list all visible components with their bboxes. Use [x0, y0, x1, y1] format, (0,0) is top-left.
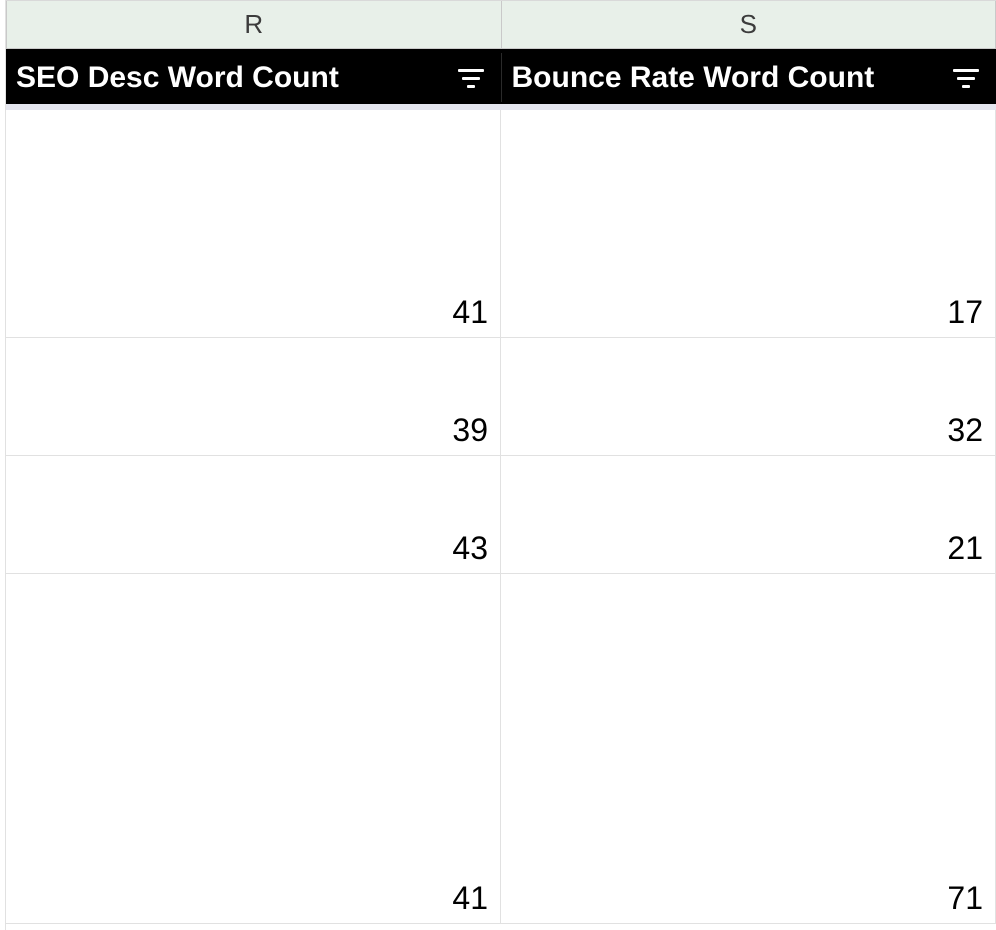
table-row: 41 17 [6, 110, 996, 338]
table-row: 41 71 [6, 574, 996, 924]
header-cell-bounce-rate-word-count[interactable]: Bounce Rate Word Count [501, 53, 996, 102]
cell[interactable]: 71 [501, 574, 996, 923]
header-cell-seo-desc-word-count[interactable]: SEO Desc Word Count [6, 53, 501, 102]
header-label: SEO Desc Word Count [16, 61, 457, 95]
table-row: 43 21 [6, 456, 996, 574]
cell[interactable]: 21 [501, 456, 996, 573]
header-label: Bounce Rate Word Count [512, 61, 953, 95]
column-letter-r[interactable]: R [6, 1, 502, 49]
column-letter-s[interactable]: S [502, 1, 996, 49]
filter-icon[interactable] [457, 67, 485, 89]
cell[interactable]: 17 [501, 110, 996, 337]
cell[interactable]: 39 [6, 338, 501, 455]
filter-icon[interactable] [952, 67, 980, 89]
table-row: 39 32 [6, 338, 996, 456]
cell[interactable]: 43 [6, 456, 501, 573]
row-gutter [0, 0, 6, 930]
header-row: SEO Desc Word Count Bounce Rate Word Cou… [0, 49, 996, 104]
data-rows: 41 17 39 32 43 21 41 71 [0, 104, 996, 924]
cell[interactable]: 32 [501, 338, 996, 455]
spreadsheet: R S SEO Desc Word Count Bounce Rate Word… [0, 0, 996, 924]
column-letter-row: R S [0, 1, 996, 49]
cell[interactable]: 41 [6, 110, 501, 337]
cell[interactable]: 41 [6, 574, 501, 923]
